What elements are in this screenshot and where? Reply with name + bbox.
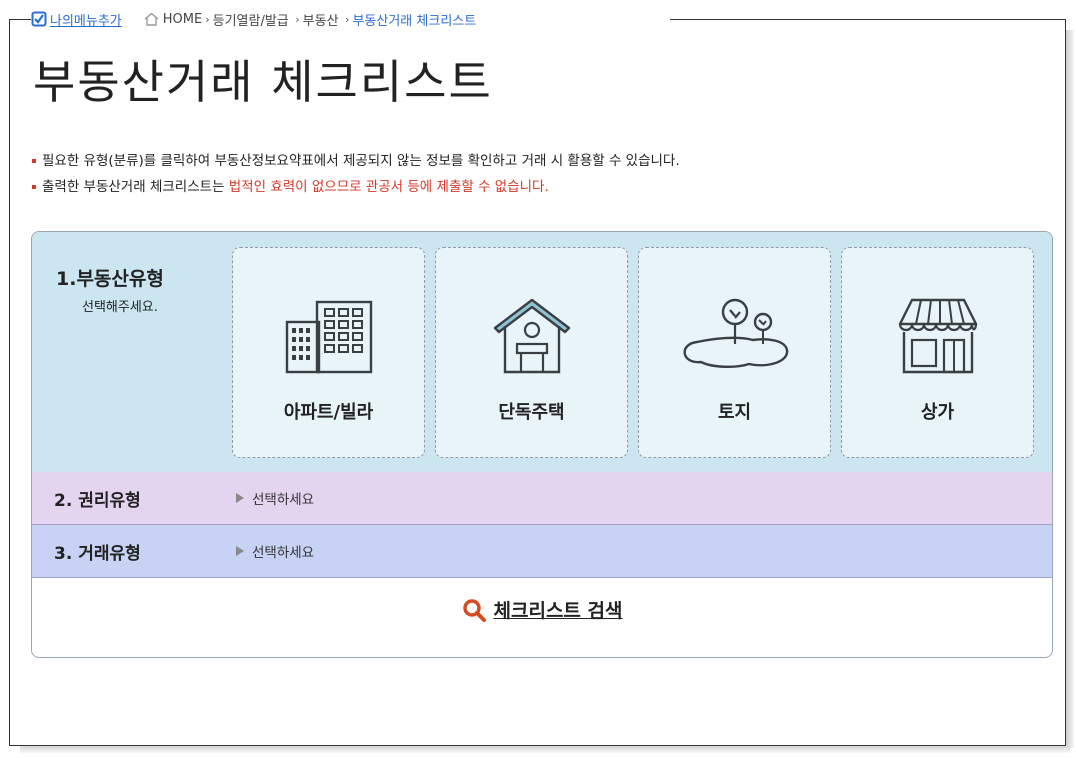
chevron-right-icon: › <box>341 12 350 26</box>
property-type-section: 1.부동산유형 선택해주세요. 아파트/빌라 단독주택 토지 상가 <box>32 232 1052 473</box>
bullet-icon <box>32 185 36 189</box>
card-label: 단독주택 <box>498 402 565 423</box>
breadcrumb-item[interactable]: › 부동산 <box>289 10 339 29</box>
frame-shadow <box>20 746 1070 753</box>
card-land[interactable]: 토지 <box>638 247 831 458</box>
checklist-search-button[interactable]: 체크리스트 검색 <box>32 596 1052 623</box>
chevron-right-icon: › <box>205 12 210 26</box>
notice-item: 출력한 부동산거래 체크리스트는 법적인 효력이 없으므로 관공서 등에 제출할… <box>32 174 680 200</box>
page-title: 부동산거래 체크리스트 <box>33 55 493 109</box>
add-my-menu-label: 나의메뉴추가 <box>50 13 122 29</box>
checklist-search-label: 체크리스트 검색 <box>493 600 623 622</box>
land-icon <box>683 298 788 368</box>
rights-type-select[interactable]: 선택하세요 <box>236 488 314 508</box>
rights-type-label: 2. 권리유형 <box>54 490 141 511</box>
rights-type-select-label: 선택하세요 <box>252 492 315 508</box>
card-label: 상가 <box>920 402 955 423</box>
transaction-type-label: 3. 거래유형 <box>54 543 141 564</box>
frame-top-border <box>9 19 31 20</box>
notice-warning: 법적인 효력이 없으므로 관공서 등에 제출할 수 없습니다. <box>228 179 549 195</box>
notice-text: 필요한 유형(분류)를 클릭하여 부동산정보요약표에서 제공되지 않는 정보를 … <box>42 153 680 169</box>
house-icon <box>493 298 570 373</box>
frame-shadow <box>1066 30 1074 748</box>
checkbox-icon <box>31 11 47 27</box>
notice-text: 출력한 부동산거래 체크리스트는 <box>42 179 229 195</box>
breadcrumb-home[interactable]: HOME <box>144 12 202 27</box>
transaction-type-select-label: 선택하세요 <box>252 545 315 561</box>
breadcrumb-label: 등기열람/발급 <box>212 13 289 29</box>
breadcrumb: 나의메뉴추가 HOME › 등기열람/발급 › 부동산 › 부동산거래 체크리스… <box>31 8 483 30</box>
frame-top-border <box>670 19 1066 20</box>
chevron-right-icon: › <box>291 12 300 26</box>
card-store[interactable]: 상가 <box>841 247 1034 458</box>
notice-list: 필요한 유형(분류)를 클릭하여 부동산정보요약표에서 제공되지 않는 정보를 … <box>32 148 680 200</box>
transaction-type-row: 3. 거래유형 선택하세요 <box>32 525 1052 578</box>
breadcrumb-home-label: HOME <box>162 11 203 27</box>
triangle-right-icon <box>236 493 244 503</box>
rights-type-row: 2. 권리유형 선택하세요 <box>32 472 1052 525</box>
add-my-menu-link[interactable]: 나의메뉴추가 <box>31 10 122 29</box>
triangle-right-icon <box>236 546 244 556</box>
card-apartment[interactable]: 아파트/빌라 <box>232 247 425 458</box>
card-label: 토지 <box>717 402 752 423</box>
property-type-sublabel: 선택해주세요. <box>82 300 158 315</box>
apartment-icon <box>285 300 372 373</box>
card-label: 아파트/빌라 <box>283 402 374 423</box>
home-icon <box>144 12 159 26</box>
breadcrumb-item[interactable]: › 등기열람/발급 <box>202 10 289 29</box>
property-type-label: 1.부동산유형 <box>56 268 164 290</box>
notice-item: 필요한 유형(분류)를 클릭하여 부동산정보요약표에서 제공되지 않는 정보를 … <box>32 148 680 174</box>
store-icon <box>898 298 977 373</box>
checklist-panel: 1.부동산유형 선택해주세요. 아파트/빌라 단독주택 토지 상가 2. 권리유… <box>31 231 1053 658</box>
card-house[interactable]: 단독주택 <box>435 247 628 458</box>
breadcrumb-label: 부동산 <box>302 13 339 29</box>
transaction-type-select[interactable]: 선택하세요 <box>236 541 314 561</box>
breadcrumb-current: › 부동산거래 체크리스트 <box>339 10 477 29</box>
breadcrumb-label: 부동산거래 체크리스트 <box>352 13 477 29</box>
search-icon <box>462 598 486 622</box>
bullet-icon <box>32 159 36 163</box>
